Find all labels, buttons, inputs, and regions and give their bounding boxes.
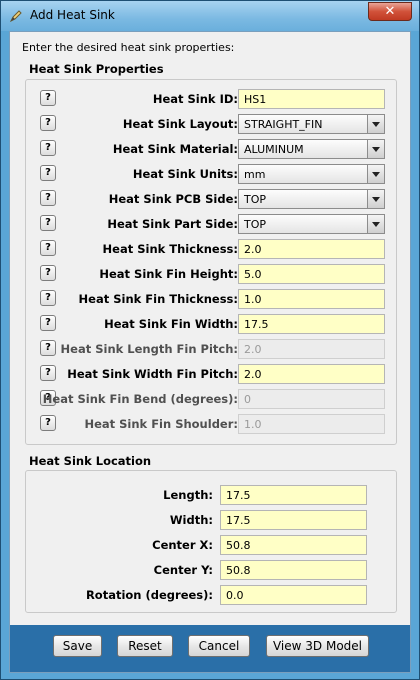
heat-sink-thickness-field[interactable]: 2.0 — [238, 239, 385, 259]
width-field[interactable]: 17.5 — [220, 510, 367, 530]
help-icon[interactable]: ? — [40, 365, 56, 381]
heat-sink-pcb-side-select[interactable]: TOP — [238, 189, 385, 209]
heat-sink-material-label: Heat Sink Material: — [112, 142, 238, 156]
heat-sink-length-fin-pitch-field: 2.0 — [238, 339, 385, 359]
heat-sink-units-select[interactable]: mm — [238, 164, 385, 184]
heat-sink-fin-thickness-label: Heat Sink Fin Thickness: — [78, 292, 238, 306]
help-icon[interactable]: ? — [40, 165, 56, 181]
chevron-down-icon[interactable] — [367, 215, 384, 233]
rotation-deg-field[interactable]: 0.0 — [220, 585, 367, 605]
property-row: ? Heat Sink Fin Bend (degrees): 0 — [26, 389, 398, 411]
select-value: mm — [244, 168, 266, 181]
location-row: Center Y: 50.8 — [26, 560, 398, 582]
view-3d-model-button[interactable]: View 3D Model — [266, 635, 369, 657]
property-row: ? Heat Sink ID: HS1 — [26, 89, 398, 111]
property-row: ? Heat Sink Fin Shoulder: 1.0 — [26, 414, 398, 436]
property-row: ? Heat Sink Units: mm — [26, 164, 398, 186]
close-button[interactable]: ✕ — [368, 2, 412, 21]
center-x-label: Center X: — [152, 538, 213, 552]
help-icon[interactable]: ? — [40, 115, 56, 131]
properties-group: ? Heat Sink ID: HS1? Heat Sink Layout: STRAI… — [25, 79, 397, 445]
help-icon[interactable]: ? — [40, 190, 56, 206]
heat-sink-layout-select[interactable]: STRAIGHT_FIN — [238, 114, 385, 134]
heat-sink-units-label: Heat Sink Units: — [132, 167, 238, 181]
length-label: Length: — [163, 488, 213, 502]
center-y-label: Center Y: — [153, 563, 213, 577]
center-y-field[interactable]: 50.8 — [220, 560, 367, 580]
save-button[interactable]: Save — [53, 635, 102, 657]
cancel-button[interactable]: Cancel — [188, 635, 250, 657]
chevron-down-icon[interactable] — [367, 140, 384, 158]
title-bar[interactable]: Add Heat Sink ✕ — [1, 1, 419, 31]
property-row: ? Heat Sink Material: ALUMINUM — [26, 139, 398, 161]
heat-sink-part-side-label: Heat Sink Part Side: — [107, 217, 238, 231]
property-row: ? Heat Sink Part Side: TOP — [26, 214, 398, 236]
help-icon[interactable]: ? — [40, 215, 56, 231]
length-field[interactable]: 17.5 — [220, 485, 367, 505]
heat-sink-layout-label: Heat Sink Layout: — [122, 117, 238, 131]
property-row: ? Heat Sink PCB Side: TOP — [26, 189, 398, 211]
location-group: Length: 17.5 Width: 17.5 Center X: 50.8 Center… — [25, 470, 397, 613]
heat-sink-pcb-side-label: Heat Sink PCB Side: — [108, 192, 238, 206]
intro-text: Enter the desired heat sink properties: — [22, 41, 235, 54]
location-row: Width: 17.5 — [26, 510, 398, 532]
reset-button[interactable]: Reset — [117, 635, 173, 657]
heat-sink-fin-width-label: Heat Sink Fin Width: — [104, 317, 238, 331]
property-row: ? Heat Sink Fin Height: 5.0 — [26, 264, 398, 286]
help-icon[interactable]: ? — [40, 90, 56, 106]
heat-sink-fin-height-label: Heat Sink Fin Height: — [99, 267, 238, 281]
heat-sink-fin-thickness-field[interactable]: 1.0 — [238, 289, 385, 309]
help-icon[interactable]: ? — [40, 290, 56, 306]
heat-sink-fin-bend-deg-field: 0 — [238, 389, 385, 409]
dialog-content: Enter the desired heat sink properties: … — [9, 31, 411, 673]
select-value: TOP — [244, 193, 267, 206]
properties-section-title: Heat Sink Properties — [29, 62, 164, 76]
property-row: ? Heat Sink Layout: STRAIGHT_FIN — [26, 114, 398, 136]
heat-sink-length-fin-pitch-label: Heat Sink Length Fin Pitch: — [60, 342, 238, 356]
help-icon[interactable]: ? — [40, 240, 56, 256]
heat-sink-fin-shoulder-field: 1.0 — [238, 414, 385, 434]
help-icon[interactable]: ? — [40, 140, 56, 156]
select-value: TOP — [244, 218, 267, 231]
property-row: ? Heat Sink Thickness: 2.0 — [26, 239, 398, 261]
heat-sink-material-select[interactable]: ALUMINUM — [238, 139, 385, 159]
heat-sink-width-fin-pitch-field[interactable]: 2.0 — [238, 364, 385, 384]
location-section-title: Heat Sink Location — [29, 454, 152, 468]
heat-sink-fin-width-field[interactable]: 17.5 — [238, 314, 385, 334]
pencil-icon — [9, 10, 22, 23]
heat-sink-id-field[interactable]: HS1 — [238, 89, 385, 109]
window-title: Add Heat Sink — [30, 8, 115, 22]
heat-sink-thickness-label: Heat Sink Thickness: — [102, 242, 238, 256]
location-row: Center X: 50.8 — [26, 535, 398, 557]
dialog-window: Add Heat Sink ✕ Enter the desired heat s… — [0, 0, 420, 680]
location-row: Rotation (degrees): 0.0 — [26, 585, 398, 607]
select-value: ALUMINUM — [244, 143, 304, 156]
close-icon: ✕ — [384, 4, 396, 19]
help-icon[interactable]: ? — [40, 315, 56, 331]
heat-sink-id-label: Heat Sink ID: — [152, 92, 238, 106]
heat-sink-fin-height-field[interactable]: 5.0 — [238, 264, 385, 284]
heat-sink-fin-bend-deg-label: Heat Sink Fin Bend (degrees): — [42, 392, 238, 406]
property-row: ? Heat Sink Width Fin Pitch: 2.0 — [26, 364, 398, 386]
heat-sink-fin-shoulder-label: Heat Sink Fin Shoulder: — [84, 417, 238, 431]
chevron-down-icon[interactable] — [367, 190, 384, 208]
help-icon[interactable]: ? — [40, 340, 56, 356]
help-icon[interactable]: ? — [40, 415, 56, 431]
rotation-deg-label: Rotation (degrees): — [85, 588, 213, 602]
width-label: Width: — [169, 513, 213, 527]
select-value: STRAIGHT_FIN — [244, 118, 323, 131]
chevron-down-icon[interactable] — [367, 165, 384, 183]
location-row: Length: 17.5 — [26, 485, 398, 507]
heat-sink-width-fin-pitch-label: Heat Sink Width Fin Pitch: — [67, 367, 238, 381]
heat-sink-part-side-select[interactable]: TOP — [238, 214, 385, 234]
help-icon[interactable]: ? — [40, 265, 56, 281]
property-row: ? Heat Sink Fin Width: 17.5 — [26, 314, 398, 336]
center-x-field[interactable]: 50.8 — [220, 535, 367, 555]
chevron-down-icon[interactable] — [367, 115, 384, 133]
button-bar: Save Reset Cancel View 3D Model — [10, 625, 410, 672]
property-row: ? Heat Sink Length Fin Pitch: 2.0 — [26, 339, 398, 361]
property-row: ? Heat Sink Fin Thickness: 1.0 — [26, 289, 398, 311]
